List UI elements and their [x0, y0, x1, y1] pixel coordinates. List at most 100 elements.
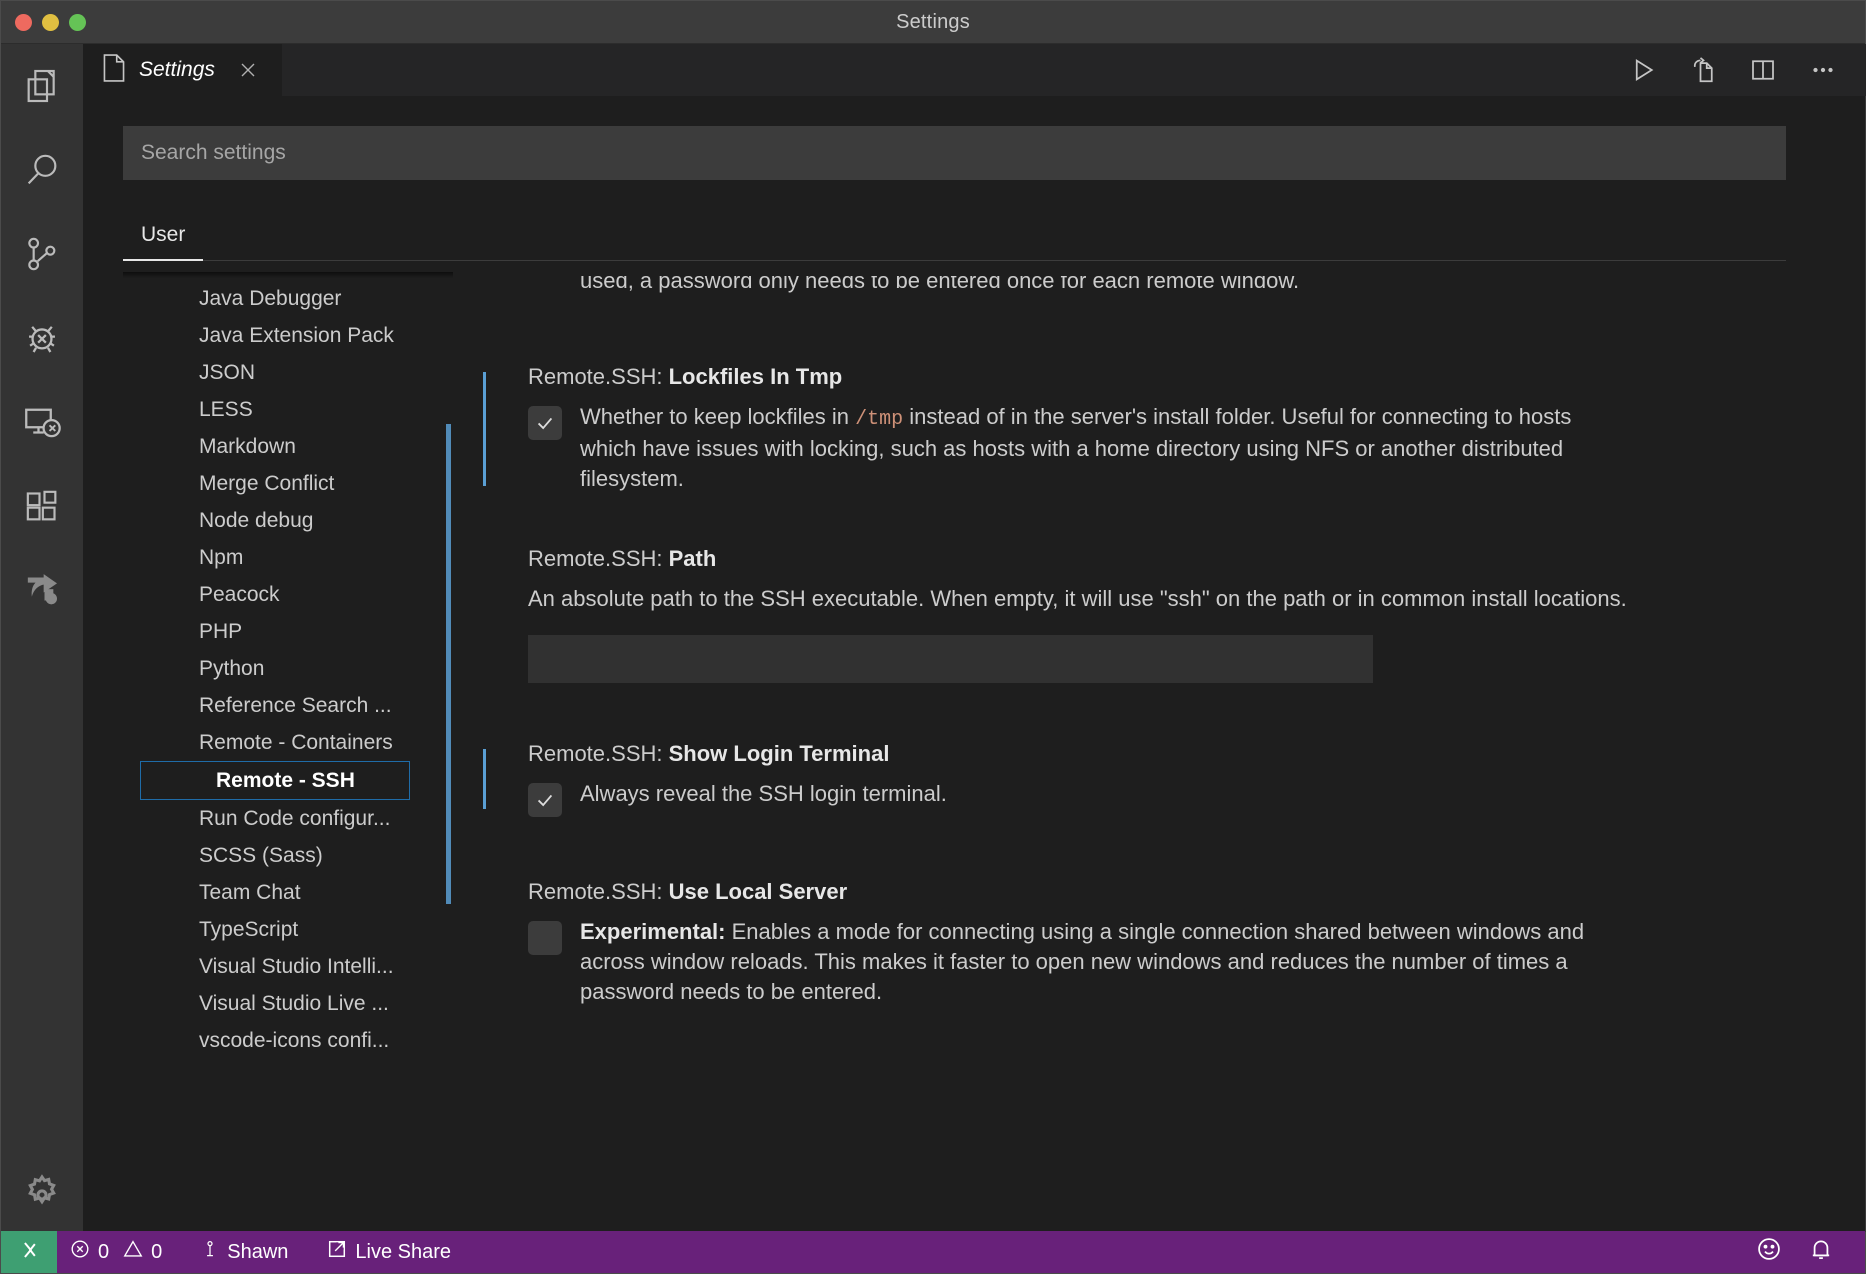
- search-input[interactable]: [123, 126, 1786, 180]
- setting-prefix: Remote.SSH:: [528, 741, 669, 766]
- warning-count: 0: [151, 1241, 162, 1264]
- setting-name: Use Local Server: [669, 879, 848, 904]
- toc-item-visual-studio-live-share[interactable]: Visual Studio Live ...: [123, 985, 453, 1022]
- setting-title-lockfiles-in-tmp: Remote.SSH: Lockfiles In Tmp: [528, 364, 1823, 390]
- toc-item-less[interactable]: LESS: [123, 391, 453, 428]
- error-icon: [69, 1238, 91, 1266]
- toc-item-remote-ssh[interactable]: Remote - SSH: [140, 761, 410, 800]
- remote-explorer-icon: [21, 401, 63, 443]
- checkbox-lockfiles-in-tmp[interactable]: [528, 406, 562, 440]
- toc-item-java-debugger[interactable]: Java Debugger: [123, 280, 453, 317]
- setting-dynamic-forwarding: Whether to use SSH dynamic forwarding to…: [483, 276, 1823, 334]
- activity-item-search[interactable]: [1, 128, 83, 212]
- live-share-status-icon: [326, 1238, 348, 1266]
- settings-list: Whether to use SSH dynamic forwarding to…: [483, 276, 1823, 1232]
- setting-path: Remote.SSH: Path An absolute path to the…: [483, 546, 1823, 682]
- setting-desc-line2: connection. When this is used, a passwor…: [580, 276, 1783, 293]
- status-problems[interactable]: 0 0: [57, 1231, 174, 1273]
- toc-item-json[interactable]: JSON: [123, 354, 453, 391]
- modified-indicator: [483, 372, 486, 486]
- toc-item-python[interactable]: Python: [123, 650, 453, 687]
- window-maximize-button[interactable]: [69, 14, 86, 31]
- setting-input-path[interactable]: [528, 635, 1373, 683]
- toc-item-visual-studio-intellicode[interactable]: Visual Studio Intelli...: [123, 948, 453, 985]
- status-remote-indicator[interactable]: [1, 1231, 57, 1273]
- setting-title-path: Remote.SSH: Path: [528, 546, 1823, 572]
- status-bar: 0 0 Shawn Live Share: [1, 1231, 1865, 1273]
- toc-item-merge-conflict[interactable]: Merge Conflict: [123, 465, 453, 502]
- settings-scope-tabs: User: [123, 201, 1786, 261]
- activity-item-run-debug[interactable]: [1, 296, 83, 380]
- activity-item-remote-explorer[interactable]: [1, 380, 83, 464]
- activity-item-source-control[interactable]: [1, 212, 83, 296]
- bell-icon: [1807, 1235, 1835, 1269]
- ellipsis-icon[interactable]: [1806, 53, 1840, 87]
- toc-item-peacock[interactable]: Peacock: [123, 576, 453, 613]
- checkbox-show-login-terminal[interactable]: [528, 783, 562, 817]
- setting-prefix: Remote.SSH:: [528, 546, 669, 571]
- activity-item-manage[interactable]: [1, 1148, 83, 1232]
- setting-description-lockfiles-in-tmp: Whether to keep lockfiles in /tmp instea…: [580, 402, 1630, 494]
- account-label: Shawn: [227, 1241, 288, 1264]
- status-live-share[interactable]: Live Share: [314, 1231, 463, 1273]
- toc-item-php[interactable]: PHP: [123, 613, 453, 650]
- activity-item-live-share[interactable]: [1, 548, 83, 632]
- setting-desc-text: Enables a mode for connecting using a si…: [580, 919, 1584, 1005]
- warning-icon: [122, 1238, 144, 1266]
- toc-item-java-extension-pack[interactable]: Java Extension Pack: [123, 317, 453, 354]
- status-feedback[interactable]: [1743, 1231, 1795, 1273]
- search-icon: [22, 150, 62, 190]
- vscode-window: Settings: [0, 0, 1866, 1274]
- tab-label: Settings: [139, 58, 223, 82]
- tab-user[interactable]: User: [123, 223, 203, 261]
- toc-item-vscode-icons-configuration[interactable]: vscode-icons confi...: [123, 1022, 453, 1059]
- play-icon[interactable]: [1626, 53, 1660, 87]
- setting-show-login-terminal: Remote.SSH: Show Login Terminal Always r…: [483, 741, 1823, 817]
- toc-item-npm[interactable]: Npm: [123, 539, 453, 576]
- toc-item-node-debug[interactable]: Node debug: [123, 502, 453, 539]
- toc-item-team-chat[interactable]: Team Chat: [123, 874, 453, 911]
- activity-item-explorer[interactable]: [1, 44, 83, 128]
- toc-item-run-code-configuration[interactable]: Run Code configur...: [123, 800, 453, 837]
- setting-title-show-login-terminal: Remote.SSH: Show Login Terminal: [528, 741, 1823, 767]
- open-file-icon[interactable]: [1686, 53, 1720, 87]
- title-bar: Settings: [1, 1, 1865, 44]
- files-icon: [22, 66, 62, 106]
- toc-item-scss-sass[interactable]: SCSS (Sass): [123, 837, 453, 874]
- toc-item-remote-containers[interactable]: Remote - Containers: [123, 724, 453, 761]
- setting-row: Whether to keep lockfiles in /tmp instea…: [528, 402, 1823, 494]
- window-close-button[interactable]: [15, 14, 32, 31]
- extensions-icon: [22, 486, 62, 526]
- tab-settings[interactable]: Settings: [83, 44, 283, 96]
- settings-editor: User Java Debugger Java Extension Pack J…: [83, 96, 1866, 1232]
- status-notifications[interactable]: [1795, 1231, 1847, 1273]
- toc-scrollbar[interactable]: [446, 424, 451, 904]
- setting-description-show-login-terminal: Always reveal the SSH login terminal.: [580, 779, 947, 809]
- tab-bar: Settings: [83, 44, 1866, 96]
- smiley-icon: [1755, 1235, 1783, 1269]
- error-count: 0: [98, 1241, 109, 1264]
- window-minimize-button[interactable]: [42, 14, 59, 31]
- setting-description-path: An absolute path to the SSH executable. …: [528, 584, 1823, 614]
- toc-item-markdown[interactable]: Markdown: [123, 428, 453, 465]
- settings-toc-list: Java Debugger Java Extension Pack JSON L…: [123, 276, 453, 1059]
- traffic-lights: [15, 1, 86, 44]
- setting-use-local-server: Remote.SSH: Use Local Server Experimenta…: [483, 879, 1823, 1008]
- setting-row: Experimental: Enables a mode for connect…: [528, 917, 1823, 1008]
- split-editor-icon[interactable]: [1746, 53, 1780, 87]
- close-icon[interactable]: [235, 57, 261, 83]
- checkbox-use-local-server[interactable]: [528, 921, 562, 955]
- setting-description-use-local-server: Experimental: Enables a mode for connect…: [580, 917, 1630, 1008]
- toc-item-typescript[interactable]: TypeScript: [123, 911, 453, 948]
- activity-bar: [1, 44, 83, 1232]
- setting-desc-bold: Experimental:: [580, 919, 726, 944]
- status-account[interactable]: Shawn: [188, 1231, 300, 1273]
- activity-item-extensions[interactable]: [1, 464, 83, 548]
- live-share-label: Live Share: [355, 1241, 451, 1264]
- setting-name: Lockfiles In Tmp: [669, 364, 843, 389]
- toc-item-reference-search[interactable]: Reference Search ...: [123, 687, 453, 724]
- toc-top-shadow: [123, 272, 453, 278]
- editor-area: Settings: [83, 44, 1866, 1232]
- setting-title-use-local-server: Remote.SSH: Use Local Server: [528, 879, 1823, 905]
- window-title: Settings: [896, 11, 970, 34]
